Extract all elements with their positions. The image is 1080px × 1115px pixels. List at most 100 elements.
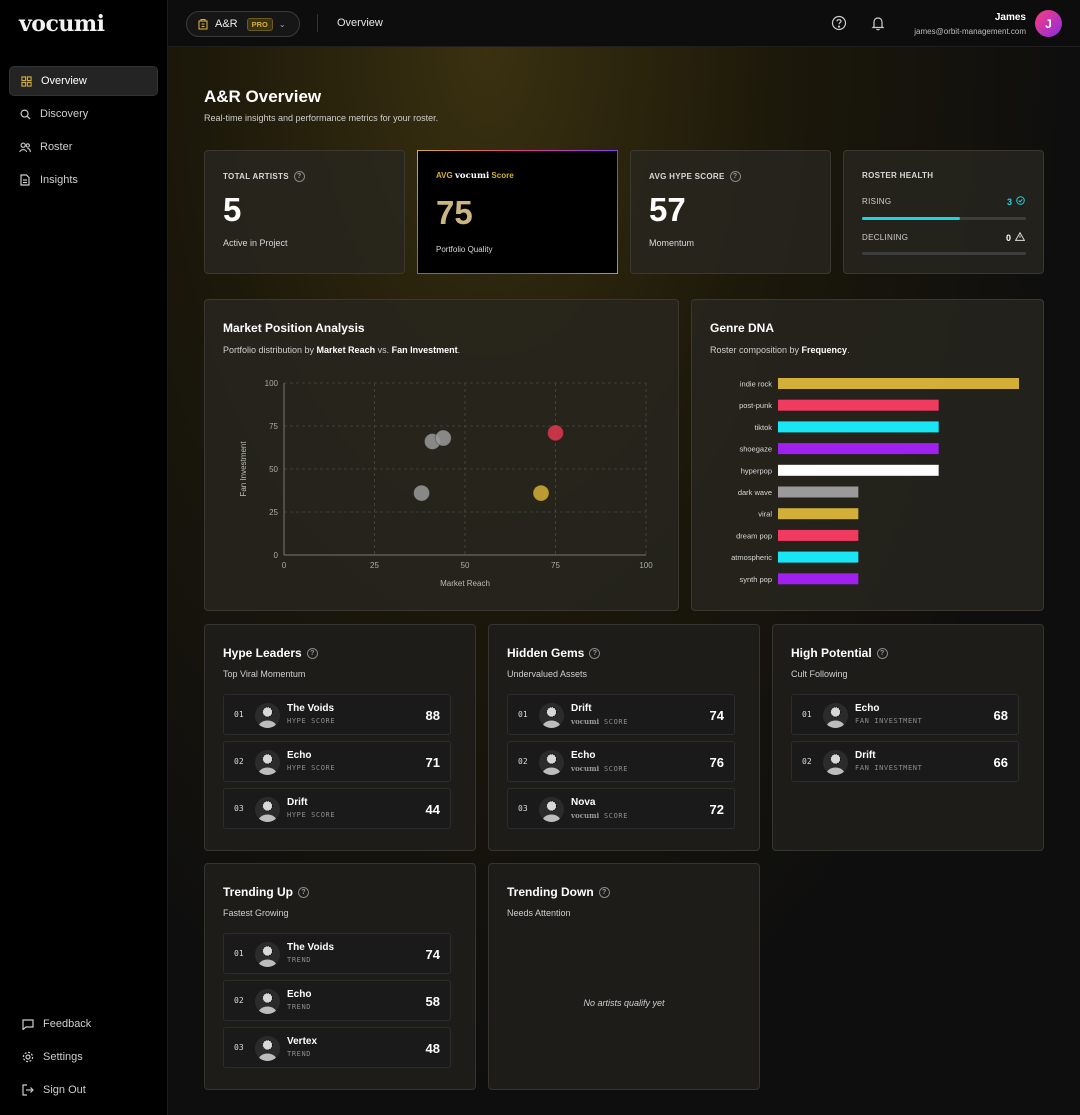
y-tick-label: 25 [269, 508, 278, 517]
bar-label: dark wave [738, 488, 772, 497]
bar-label: indie rock [740, 380, 772, 389]
bell-icon[interactable] [870, 15, 886, 31]
grid-icon [20, 75, 32, 87]
artist-list: 01 Drift vocumi SCORE 74 02 Echo vocumi SCORE… [507, 694, 735, 835]
project-switcher[interactable]: A&R PRO ⌄ [186, 11, 300, 37]
list-item[interactable]: 03 Vertex TREND 48 [223, 1027, 451, 1068]
help-icon[interactable]: ? [298, 886, 309, 898]
stat-value: 57 [649, 191, 686, 228]
scatter-point [413, 484, 431, 502]
y-tick-label: 75 [269, 422, 278, 431]
artist-thumbnail [255, 989, 280, 1014]
panel-subtitle: Fastest Growing [223, 908, 289, 918]
panel-title: Hype Leaders? [223, 646, 318, 660]
y-axis-label: Fan Investment [239, 441, 248, 497]
y-tick-label: 100 [265, 379, 279, 388]
bar-label: hyperpop [741, 466, 772, 475]
help-icon[interactable] [831, 15, 847, 31]
scatter-point [434, 429, 452, 447]
panel-subtitle: Top Viral Momentum [223, 669, 306, 679]
sidebar-item-label: Settings [43, 1051, 83, 1063]
bar-label: viral [758, 510, 772, 519]
help-icon[interactable]: ? [598, 886, 610, 898]
stat-card-avg-hype: AVG HYPE SCORE? 57 Momentum [630, 150, 831, 274]
stat-label: AVG vocumi Score [436, 171, 514, 181]
breadcrumb[interactable]: Overview [337, 17, 383, 29]
artist-thumbnail [539, 750, 564, 775]
genre-bar-chart: indie rock post-punk tiktok shoegaze hyperpo… [731, 378, 1019, 585]
panel-title: Hidden Gems? [507, 646, 601, 660]
bar-label: post-punk [739, 401, 772, 410]
list-item[interactable]: 02 Drift FAN INVESTMENT 66 [791, 741, 1019, 782]
document-icon [19, 174, 31, 186]
list-item[interactable]: 03 Drift HYPE SCORE 44 [223, 788, 451, 829]
x-tick-label: 75 [551, 561, 560, 570]
sidebar-item-label: Roster [40, 141, 73, 153]
check-circle-icon [1016, 196, 1025, 207]
list-item[interactable]: 01 The Voids TREND 74 [223, 933, 451, 974]
x-tick-label: 0 [282, 561, 287, 570]
high-potential-panel: High Potential? Cult Following 01 Echo FAN… [772, 624, 1044, 851]
x-tick-label: 50 [461, 561, 470, 570]
stat-label: TOTAL ARTISTS? [223, 171, 305, 182]
help-icon[interactable]: ? [293, 171, 305, 182]
sidebar-item-roster[interactable]: Roster [9, 132, 158, 162]
bar [778, 421, 939, 433]
sidebar-item-discovery[interactable]: Discovery [9, 99, 158, 129]
artist-list: 01 Echo FAN INVESTMENT 68 02 Drift FAN INVEST… [791, 694, 1019, 788]
help-icon[interactable]: ? [729, 171, 741, 182]
rising-label: RISING [862, 197, 892, 206]
list-item[interactable]: 02 Echo HYPE SCORE 71 [223, 741, 451, 782]
rising-progress [862, 217, 1026, 220]
stat-card-roster-health: ROSTER HEALTH RISING 3 DECLINING 0 [843, 150, 1044, 274]
top-bar: A&R PRO ⌄ Overview James james@orbit-man… [168, 0, 1080, 47]
help-icon[interactable]: ? [876, 647, 888, 659]
stat-card-avg-score: AVG vocumi Score 75 Portfolio Quality [417, 150, 618, 274]
market-position-panel: Market Position Analysis Portfolio distr… [204, 299, 679, 611]
stat-caption: Portfolio Quality [436, 245, 493, 254]
bar [778, 443, 939, 455]
trending-down-panel: Trending Down? Needs Attention No artist… [488, 863, 760, 1090]
sidebar-item-label: Sign Out [43, 1084, 86, 1096]
bar [778, 464, 939, 476]
sidebar-item-insights[interactable]: Insights [9, 165, 158, 195]
panel-title: High Potential? [791, 646, 888, 660]
sidebar-item-label: Insights [40, 174, 78, 186]
empty-state: No artists qualify yet [583, 998, 665, 1008]
avatar[interactable]: J [1035, 10, 1062, 37]
sidebar-item-overview[interactable]: Overview [9, 66, 158, 96]
sidebar-bottom-nav: Feedback Settings Sign Out [12, 1009, 158, 1108]
list-item[interactable]: 02 Echo TREND 58 [223, 980, 451, 1021]
sidebar-item-settings[interactable]: Settings [12, 1042, 158, 1072]
rising-count: 3 [1007, 196, 1025, 207]
artist-thumbnail [255, 797, 280, 822]
list-item[interactable]: 01 Echo FAN INVESTMENT 68 [791, 694, 1019, 735]
stat-label: ROSTER HEALTH [862, 171, 934, 180]
app-logo[interactable]: vocumi [19, 11, 105, 37]
x-axis-label: Market Reach [440, 579, 490, 588]
panel-title: Trending Up? [223, 885, 309, 899]
declining-count: 0 [1006, 231, 1026, 243]
logout-icon [22, 1084, 34, 1096]
artist-thumbnail [255, 703, 280, 728]
declining-progress [862, 252, 1026, 255]
artist-list: 01 The Voids HYPE SCORE 88 02 Echo HYPE SCORE… [223, 694, 451, 835]
sidebar-item-feedback[interactable]: Feedback [12, 1009, 158, 1039]
list-item[interactable]: 02 Echo vocumi SCORE 76 [507, 741, 735, 782]
list-item[interactable]: 01 Drift vocumi SCORE 74 [507, 694, 735, 735]
stat-card-total-artists: TOTAL ARTISTS? 5 Active in Project [204, 150, 405, 274]
help-icon[interactable]: ? [306, 647, 318, 659]
sidebar-item-sign-out[interactable]: Sign Out [12, 1075, 158, 1105]
user-name: James [994, 12, 1026, 23]
bar-label: shoegaze [739, 445, 772, 454]
users-icon [19, 141, 31, 153]
artist-thumbnail [823, 750, 848, 775]
user-email: james@orbit-management.com [914, 27, 1026, 36]
project-name: A&R [215, 18, 238, 30]
list-item[interactable]: 01 The Voids HYPE SCORE 88 [223, 694, 451, 735]
artist-thumbnail [255, 942, 280, 967]
help-icon[interactable]: ? [589, 647, 601, 659]
list-item[interactable]: 03 Nova vocumi SCORE 72 [507, 788, 735, 829]
stat-caption: Active in Project [223, 238, 288, 248]
gear-icon [22, 1051, 34, 1063]
